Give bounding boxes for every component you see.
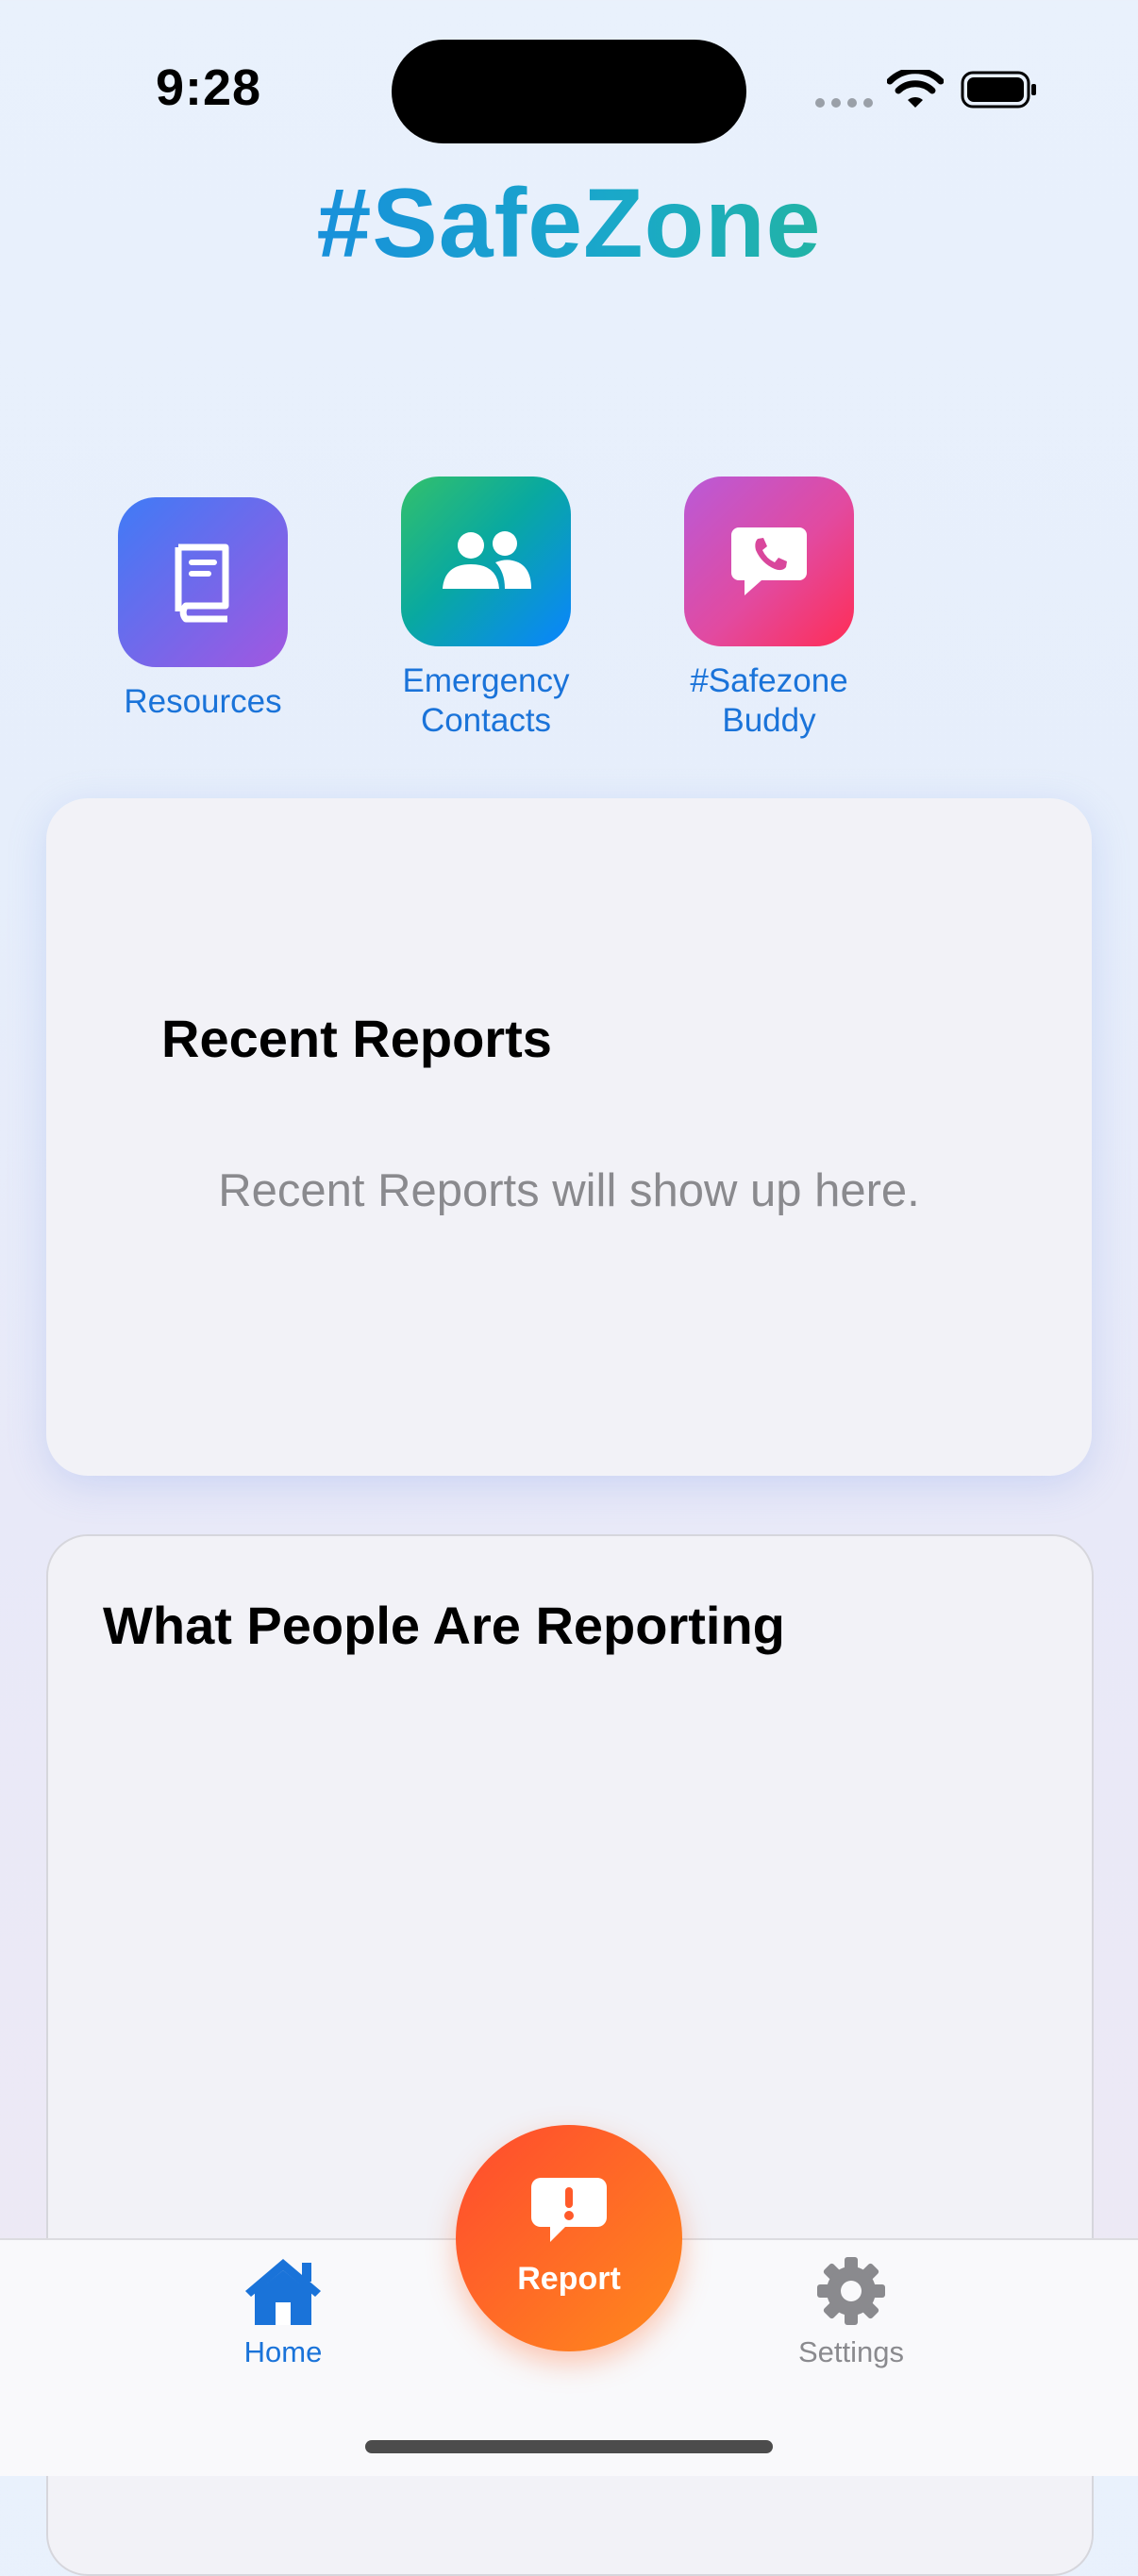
phone-bubble-icon [731, 527, 807, 595]
resources-label: Resources [124, 683, 282, 720]
wifi-icon [887, 70, 944, 108]
gear-icon [817, 2257, 885, 2325]
battery-icon [961, 71, 1036, 109]
app-title: #SafeZone [0, 168, 1138, 280]
emergency-contacts-shortcut[interactable]: Emergency Contacts [387, 477, 585, 741]
tab-settings[interactable]: Settings [757, 2255, 946, 2369]
tab-settings-label: Settings [797, 2335, 904, 2368]
safezone-buddy-label: #Safezone Buddy [690, 662, 848, 739]
resources-shortcut[interactable]: Resources [104, 497, 302, 722]
people-icon [443, 531, 531, 589]
recent-reports-title: Recent Reports [161, 1009, 552, 1068]
cellular-signal-icon [815, 98, 873, 108]
emergency-contacts-label: Emergency Contacts [402, 662, 570, 739]
emergency-contacts-tile[interactable] [401, 477, 571, 646]
dynamic-island [392, 40, 746, 143]
recent-reports-card: Recent Reports Recent Reports will show … [46, 798, 1092, 1476]
book-icon [175, 544, 229, 623]
house-icon [245, 2259, 321, 2325]
safezone-buddy-tile[interactable] [684, 477, 854, 646]
tab-home[interactable]: Home [189, 2255, 377, 2369]
exclamation-bubble-icon [531, 2178, 607, 2242]
home-indicator [365, 2440, 773, 2453]
tab-home-label: Home [243, 2335, 323, 2368]
people-reporting-title: What People Are Reporting [103, 1596, 785, 1655]
safezone-buddy-shortcut[interactable]: #Safezone Buddy [670, 477, 868, 741]
status-time: 9:28 [156, 59, 262, 116]
resources-tile[interactable] [118, 497, 288, 667]
report-button[interactable]: Report [456, 2125, 682, 2351]
recent-reports-empty-text: Recent Reports will show up here. [218, 1165, 920, 1216]
report-button-label: Report [517, 2261, 621, 2297]
